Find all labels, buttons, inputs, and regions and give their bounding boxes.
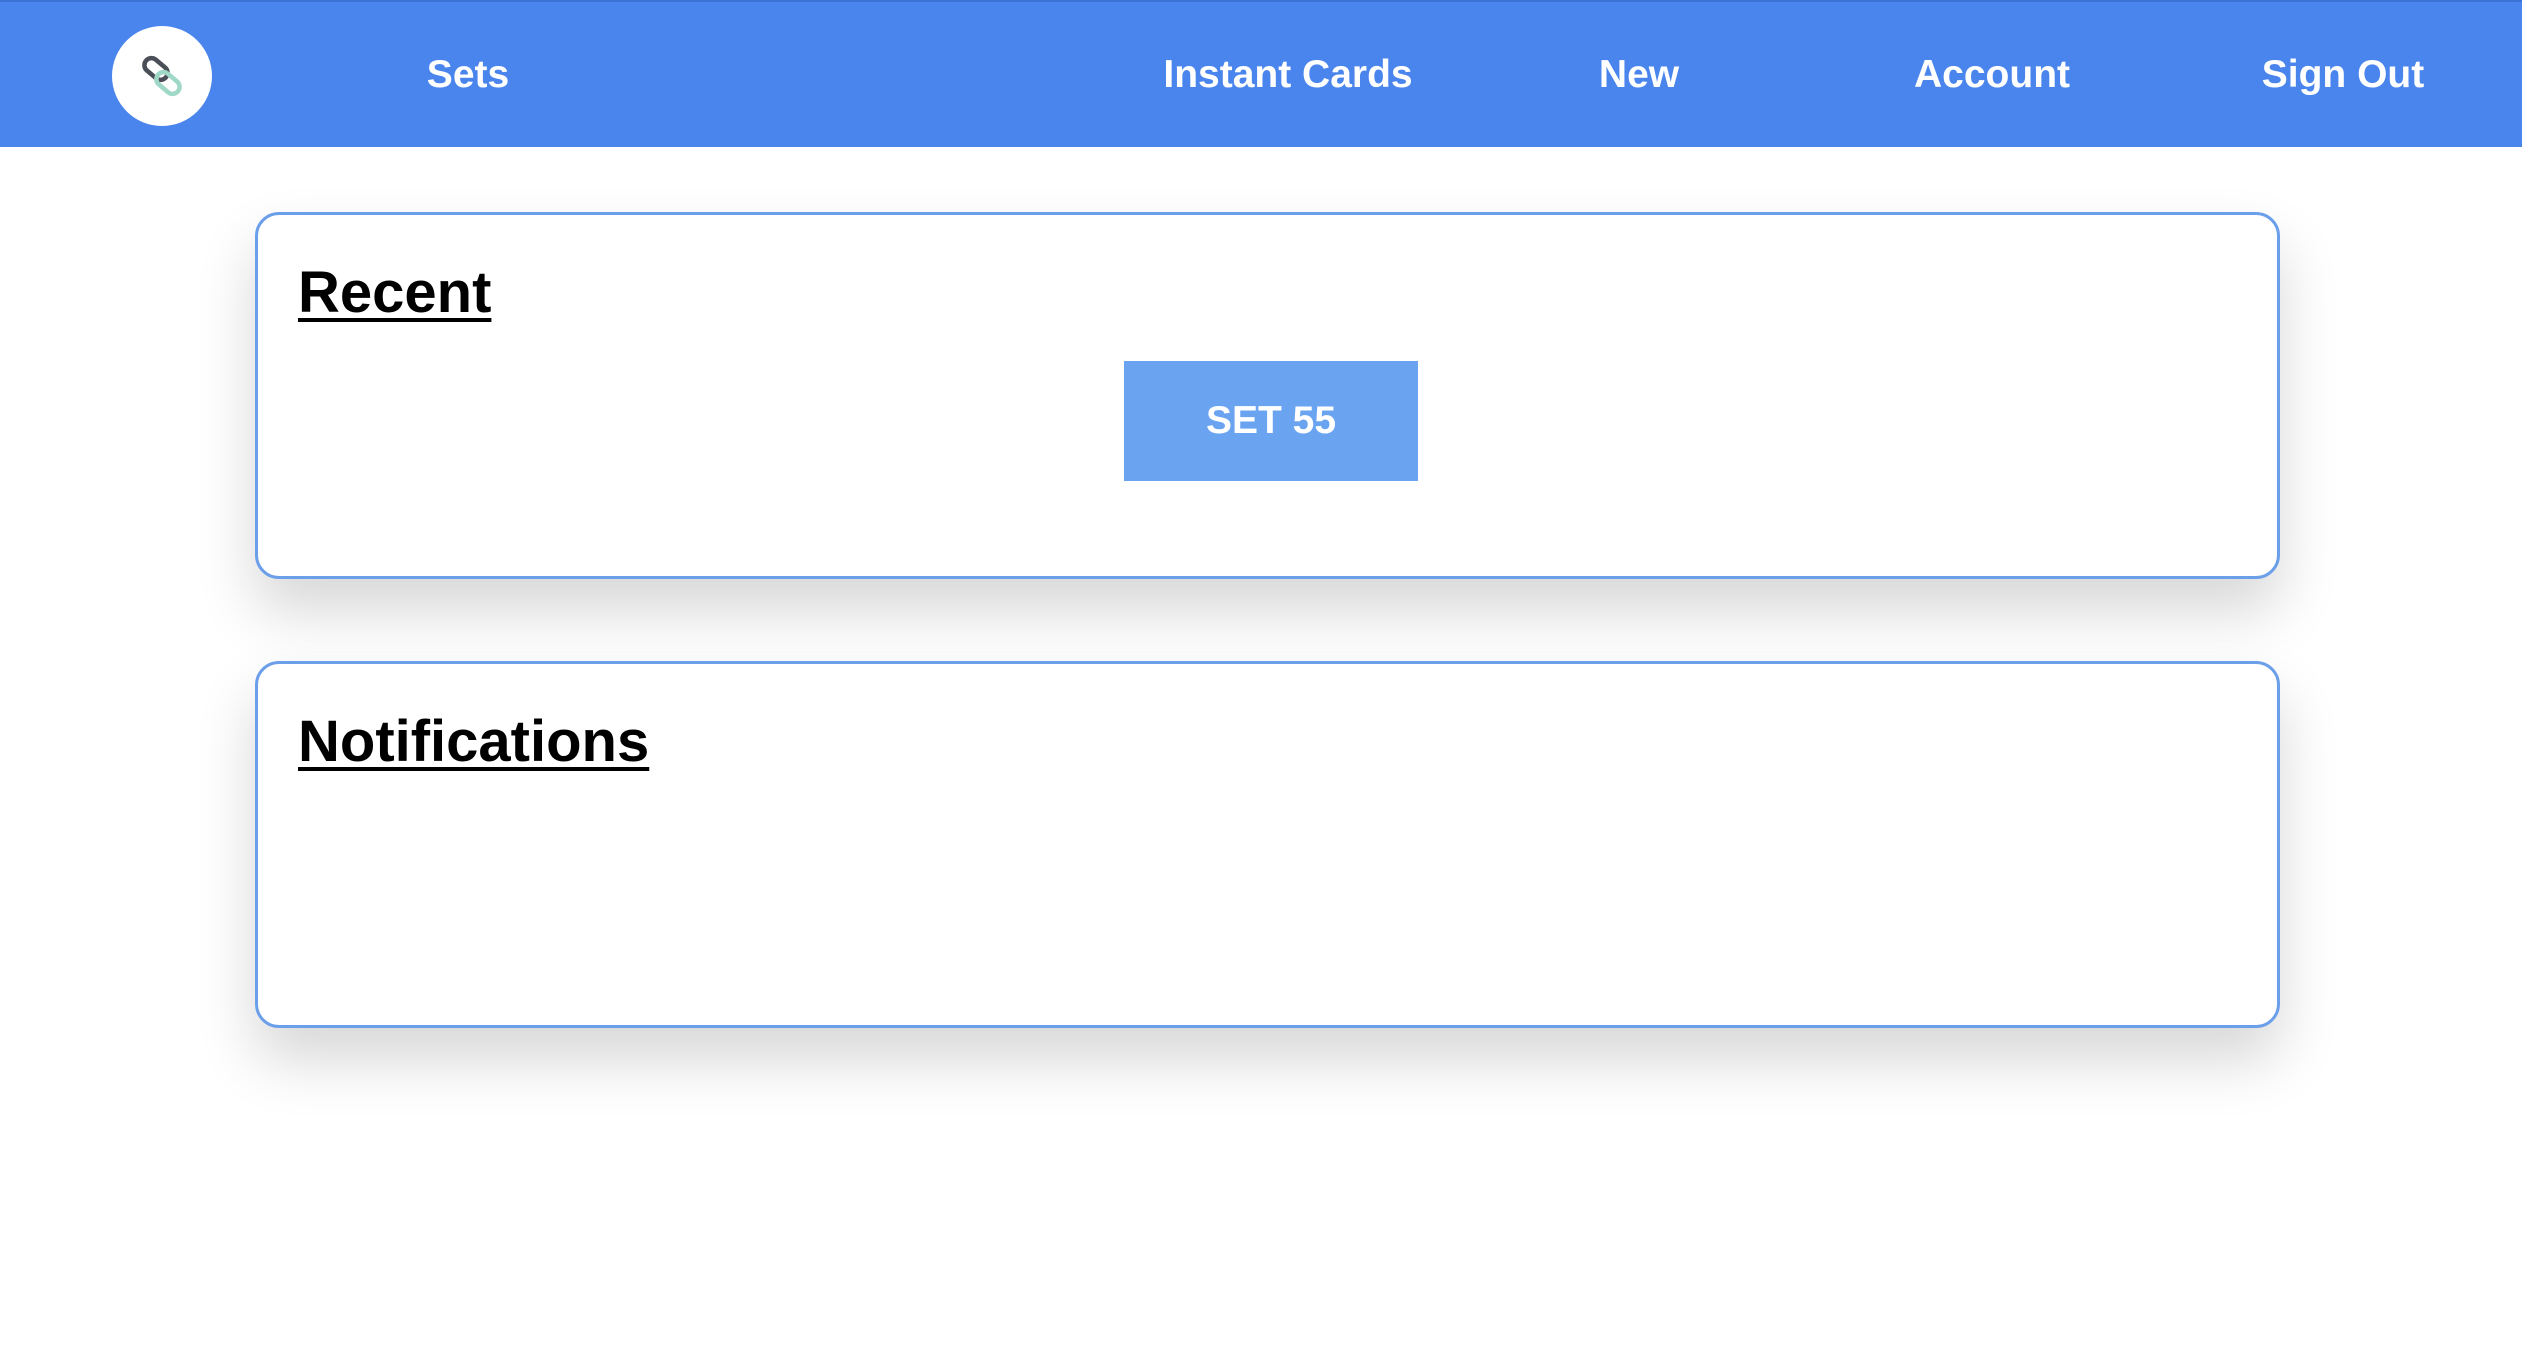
nav-sign-out[interactable]: Sign Out xyxy=(2262,50,2424,100)
nav-sets[interactable]: Sets xyxy=(427,50,509,100)
notifications-title: Notifications xyxy=(298,709,650,774)
recent-card: Recent SET 55 xyxy=(255,212,2280,579)
home-logo-button[interactable] xyxy=(112,26,212,126)
recent-title: Recent xyxy=(298,260,492,325)
top-navbar: Sets Instant Cards New Account Sign Out xyxy=(0,0,2522,147)
set-55-button[interactable]: SET 55 xyxy=(1124,361,1418,481)
link-chain-icon xyxy=(142,55,182,97)
nav-account[interactable]: Account xyxy=(1914,50,2070,100)
nav-instant-cards[interactable]: Instant Cards xyxy=(1163,50,1412,100)
nav-new[interactable]: New xyxy=(1599,50,1679,100)
notifications-card: Notifications xyxy=(255,661,2280,1028)
